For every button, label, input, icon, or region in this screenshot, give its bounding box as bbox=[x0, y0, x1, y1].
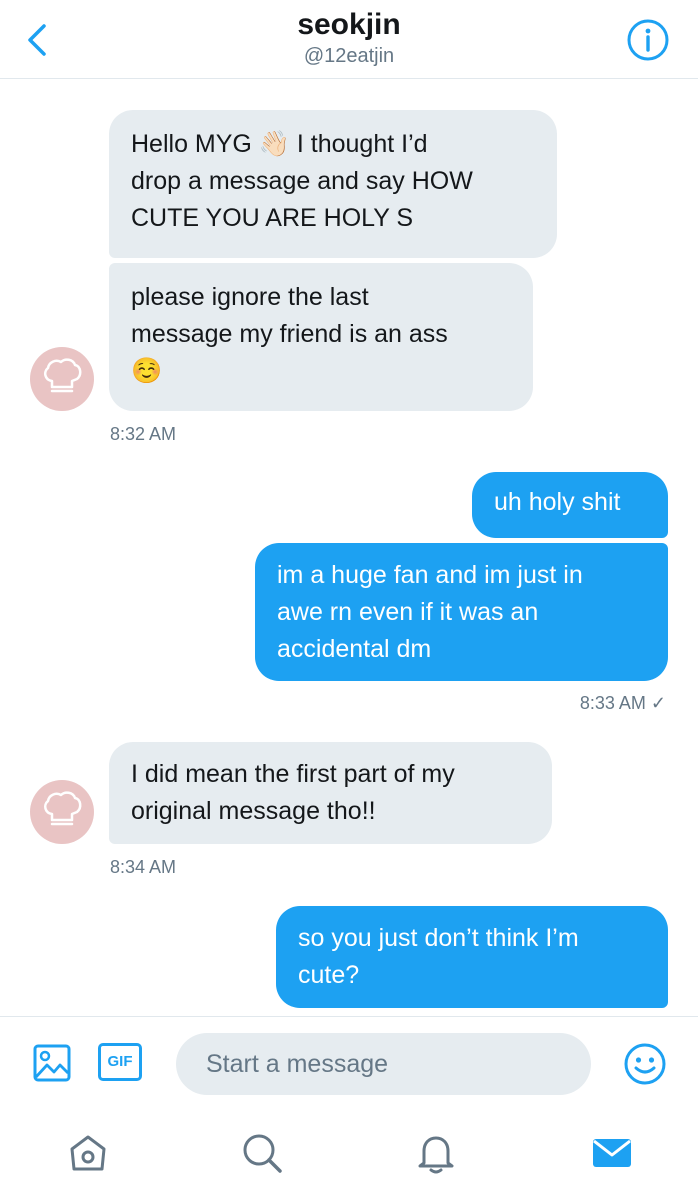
bottom-tab-bar bbox=[0, 1111, 698, 1200]
messages-icon[interactable] bbox=[588, 1129, 636, 1177]
emoji-icon[interactable] bbox=[623, 1042, 667, 1086]
conversation-header: seokjin @12eatjin bbox=[0, 0, 698, 79]
search-icon[interactable] bbox=[238, 1129, 286, 1177]
conversation-handle: @12eatjin bbox=[303, 45, 395, 67]
avatar[interactable] bbox=[30, 780, 94, 844]
notifications-icon[interactable] bbox=[412, 1129, 460, 1177]
message-bubble-incoming[interactable]: I did mean the first part of my original… bbox=[109, 742, 552, 844]
message-bubble-outgoing[interactable]: uh holy shit bbox=[472, 472, 668, 538]
gif-button[interactable]: GIF bbox=[98, 1043, 142, 1081]
message-bubble-incoming[interactable]: please ignore the last message my friend… bbox=[109, 263, 533, 411]
chef-hat-icon bbox=[43, 791, 82, 826]
conversation-title: seokjin bbox=[297, 8, 401, 41]
chef-hat-icon bbox=[43, 358, 82, 393]
message-timestamp: 8:32 AM bbox=[110, 424, 177, 444]
image-icon[interactable] bbox=[32, 1043, 72, 1083]
avatar[interactable] bbox=[30, 347, 94, 411]
message-bubble-incoming[interactable]: Hello MYG 👋🏻 I thought I’d drop a messag… bbox=[109, 110, 557, 258]
message-bubble-outgoing[interactable]: so you just don’t think I’m cute? bbox=[276, 906, 668, 1008]
message-timestamp: 8:34 AM bbox=[110, 857, 177, 877]
message-input[interactable] bbox=[176, 1033, 591, 1095]
home-icon[interactable] bbox=[64, 1129, 112, 1177]
message-composer: GIF bbox=[0, 1016, 698, 1112]
message-timestamp-read: 8:33 AM ✓ bbox=[579, 693, 666, 713]
info-icon[interactable] bbox=[626, 18, 670, 62]
message-bubble-outgoing[interactable]: im a huge fan and im just in awe rn even… bbox=[255, 543, 668, 681]
